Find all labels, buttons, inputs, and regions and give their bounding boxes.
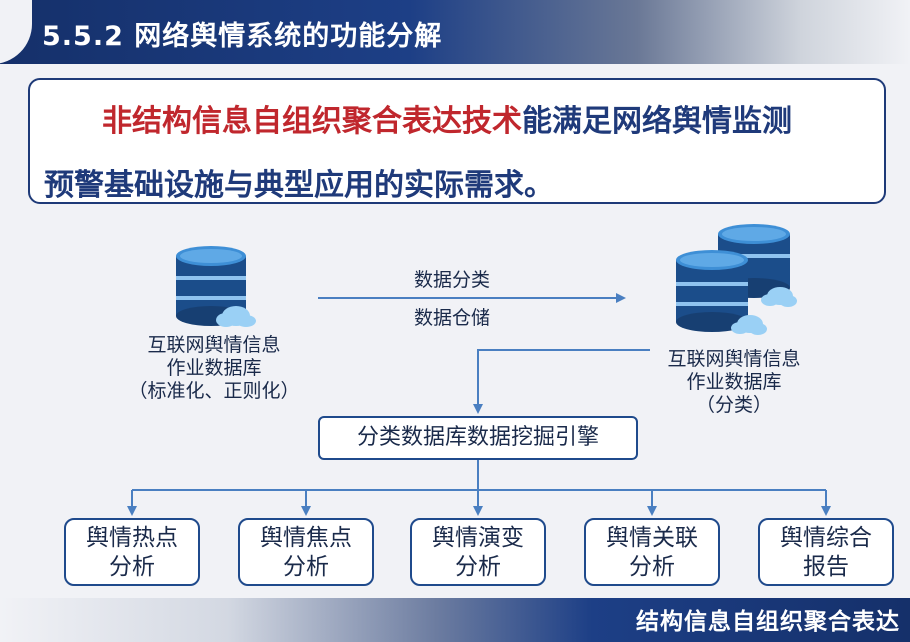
output-box-association: 舆情关联 分析 <box>584 518 720 586</box>
database-stack-icon <box>676 224 797 335</box>
arrow-label-storage: 数据仓储 <box>413 307 490 329</box>
mining-engine-box: 分类数据库数据挖掘引擎 <box>318 416 638 460</box>
output-box-hotspot: 舆情热点 分析 <box>64 518 200 586</box>
right-db-label: 互联网舆情信息 作业数据库 （分类） <box>667 348 801 416</box>
output-box-focus: 舆情焦点 分析 <box>238 518 374 586</box>
engine-feed-arrow <box>473 349 650 414</box>
footer-title: 结构信息自组织聚合表达 <box>636 609 900 635</box>
left-db-label: 互联网舆情信息 作业数据库 （标准化、正则化） <box>128 334 300 402</box>
output-box-evolution: 舆情演变 分析 <box>410 518 546 586</box>
arrow-label-classify: 数据分类 <box>413 269 490 291</box>
output-box-report: 舆情综合 报告 <box>758 518 894 586</box>
database-cloud-icon <box>176 246 256 327</box>
